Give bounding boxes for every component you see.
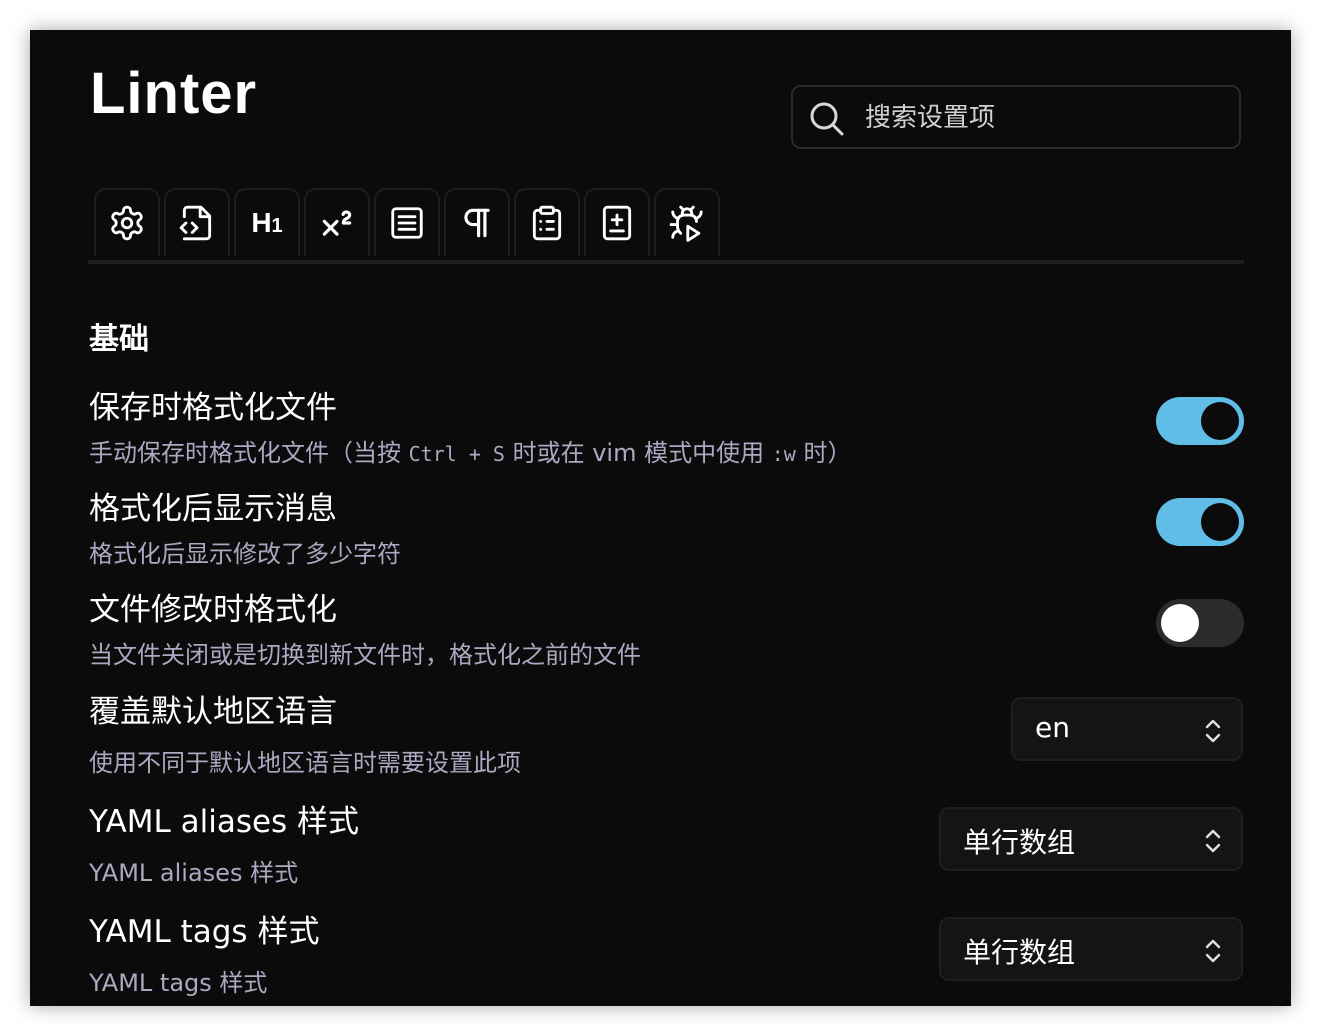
format-on-save-toggle[interactable]	[1156, 397, 1244, 445]
setting-description: YAML aliases 样式	[89, 859, 299, 887]
tab-spacing[interactable]	[444, 188, 510, 256]
file-plus-icon	[602, 205, 632, 241]
section-title: 基础	[89, 322, 149, 357]
setting-name: 保存时格式化文件	[89, 390, 337, 426]
list-box-icon	[391, 207, 423, 239]
pilcrow-icon	[464, 208, 490, 238]
setting-name: 格式化后显示消息	[89, 491, 337, 527]
setting-name: YAML aliases 样式	[89, 804, 360, 840]
display-message-toggle[interactable]	[1156, 498, 1244, 546]
search-box[interactable]	[791, 85, 1241, 149]
setting-description: 手动保存时格式化文件（当按 Ctrl + S 时或在 vim 模式中使用 :w …	[89, 439, 852, 467]
gear-icon	[111, 205, 143, 241]
page-title: Linter	[90, 61, 258, 126]
setting-name: 覆盖默认地区语言	[89, 694, 337, 730]
yaml-tags-select[interactable]: 单行数组	[939, 917, 1243, 981]
superscript-icon	[322, 210, 352, 236]
tab-bar: H1	[88, 188, 1244, 264]
tab-content[interactable]	[374, 188, 440, 256]
heading-icon: H1	[251, 207, 283, 238]
toggle-knob	[1201, 503, 1239, 541]
setting-format-on-save: 保存时格式化文件 手动保存时格式化文件（当按 Ctrl + S 时或在 vim …	[89, 382, 851, 468]
select-value: 单行数组	[963, 936, 1076, 969]
shortcut-code: Ctrl + S	[408, 442, 505, 466]
search-icon	[810, 102, 844, 136]
clipboard-list-icon	[532, 205, 562, 241]
yaml-aliases-select[interactable]: 单行数组	[939, 807, 1243, 871]
lint-on-file-change-toggle[interactable]	[1156, 599, 1244, 647]
toggle-knob	[1161, 604, 1199, 642]
setting-description: YAML tags 样式	[89, 969, 268, 997]
chevron-up-down-icon	[1205, 719, 1221, 743]
tab-debug[interactable]	[654, 188, 720, 256]
toggle-knob	[1201, 402, 1239, 440]
locale-select[interactable]: en	[1011, 697, 1243, 761]
setting-name: YAML tags 样式	[89, 914, 320, 950]
settings-window: Linter H1	[30, 30, 1291, 1006]
tab-general[interactable]	[94, 188, 160, 256]
setting-description: 当文件关闭或是切换到新文件时，格式化之前的文件	[89, 641, 641, 669]
setting-description: 格式化后显示修改了多少字符	[89, 540, 401, 568]
tab-heading[interactable]: H1	[234, 188, 300, 256]
setting-yaml-tags: YAML tags 样式 YAML tags 样式	[89, 906, 319, 998]
tab-footnote[interactable]	[304, 188, 370, 256]
select-value: en	[1035, 711, 1070, 744]
tab-paste[interactable]	[514, 188, 580, 256]
tab-yaml[interactable]	[164, 188, 230, 256]
setting-description: 使用不同于默认地区语言时需要设置此项	[89, 749, 521, 777]
bug-play-icon	[669, 205, 703, 242]
chevron-up-down-icon	[1205, 939, 1221, 963]
chevron-up-down-icon	[1205, 829, 1221, 853]
setting-override-locale: 覆盖默认地区语言 使用不同于默认地区语言时需要设置此项	[89, 686, 521, 778]
setting-display-message: 格式化后显示消息 格式化后显示修改了多少字符	[89, 483, 401, 569]
select-value: 单行数组	[963, 826, 1076, 859]
tab-custom[interactable]	[584, 188, 650, 256]
setting-yaml-aliases: YAML aliases 样式 YAML aliases 样式	[89, 796, 359, 888]
file-code-icon	[179, 205, 212, 241]
vim-command-code: :w	[771, 442, 796, 466]
search-input[interactable]	[863, 93, 1227, 143]
setting-name: 文件修改时格式化	[89, 592, 337, 628]
setting-lint-on-file-change: 文件修改时格式化 当文件关闭或是切换到新文件时，格式化之前的文件	[89, 584, 641, 670]
